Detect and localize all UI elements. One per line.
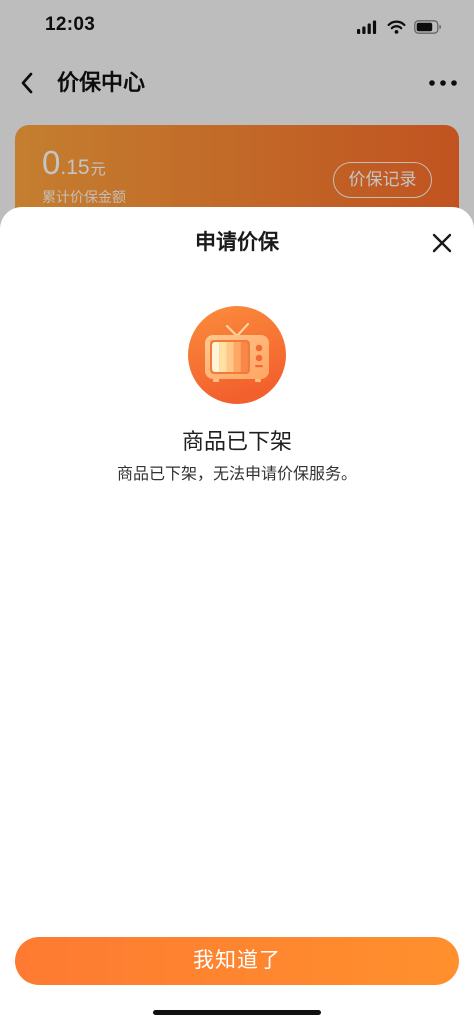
- dialog-message: 商品已下架，无法申请价保服务。: [116, 466, 357, 483]
- confirm-button[interactable]: 我知道了: [15, 937, 459, 985]
- apply-dialog-sheet: 申请价保 商品已下架 商品已下架，无法申请价保服务。 我知道了: [0, 207, 474, 1025]
- price-protection-page: 12:03 价保中心 0.15元 累计价保金额 价保记录 申请价保 商品已下架 …: [0, 0, 474, 1025]
- dialog-heading: 商品已下架: [181, 429, 292, 454]
- home-indicator: [153, 1010, 321, 1015]
- tv-icon: [188, 306, 286, 404]
- dialog-title: 申请价保: [195, 231, 279, 254]
- close-icon[interactable]: [432, 233, 452, 253]
